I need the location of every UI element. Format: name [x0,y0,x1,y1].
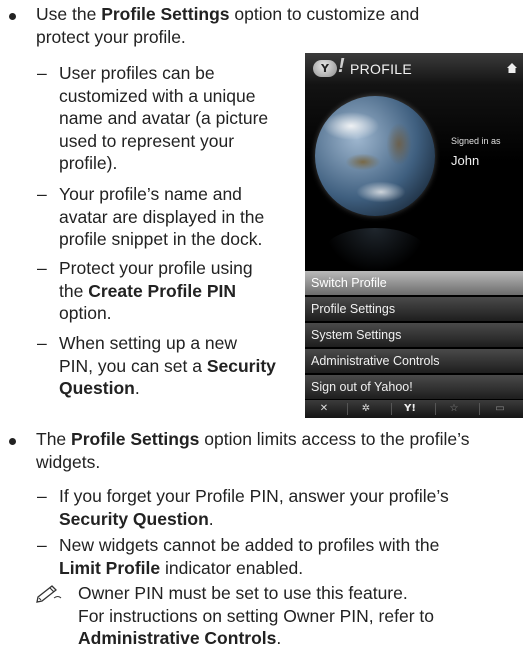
dash-marker: – [37,333,47,353]
yahoo-exclamation: ! [338,55,345,77]
subitem-6: New widgets cannot be added to profiles … [59,535,440,578]
bullet-dot [9,13,16,20]
dock-bar: ✕ ✲ Y! ☆ ▭ [305,400,523,418]
bullet-text: Use the Profile Settings option to custo… [36,4,420,24]
dash-marker: – [37,184,47,204]
bullet-text: The Profile Settings option limits acces… [36,429,470,449]
subitem-4: When setting up a new PIN, you can set a… [59,333,276,398]
note-text: Owner PIN must be set to use this featur… [78,583,434,648]
screen-header: Y ! PROFILE [305,53,523,85]
dock-separator [479,403,480,415]
menu-system-settings[interactable]: System Settings [305,323,523,347]
dash-marker: – [37,258,47,278]
dash-marker: – [37,486,47,506]
home-icon[interactable] [507,63,517,73]
subitem-1: User profiles can be customized with a u… [59,63,269,173]
avatar-globe [315,96,435,216]
menu-administrative-controls[interactable]: Administrative Controls [305,349,523,373]
dock-separator [347,403,348,415]
user-name: John [451,153,480,168]
menu-sign-out[interactable]: Sign out of Yahoo! [305,375,523,399]
close-icon[interactable]: ✕ [309,400,339,418]
tv-profile-screen: Y ! PROFILE Signed in as John Switch Pro… [305,53,523,418]
subitem-3: Protect your profile using the Create Pr… [59,258,253,323]
bullet-dot [9,438,16,445]
yahoo-logo: Y [313,60,337,77]
screen-title: PROFILE [350,61,413,77]
widgets-icon[interactable]: ▭ [485,400,515,418]
bullet-text-line2: protect your profile. [36,27,186,47]
dock-separator [391,403,392,415]
star-icon[interactable]: ☆ [439,400,469,418]
avatar-reflection [325,228,425,272]
profile-menu: Switch Profile Profile Settings System S… [305,271,523,401]
signed-in-label: Signed in as [451,136,501,146]
dash-marker: – [37,63,47,83]
dash-marker: – [37,535,47,555]
subitem-2: Your profile’s name and avatar are displ… [59,184,265,249]
gear-icon[interactable]: ✲ [351,400,381,418]
yahoo-icon[interactable]: Y! [395,400,425,418]
menu-switch-profile[interactable]: Switch Profile [305,271,523,295]
menu-profile-settings[interactable]: Profile Settings [305,297,523,321]
subitem-5: If you forget your Profile PIN, answer y… [59,486,449,529]
bullet-text-line2: widgets. [36,452,101,472]
dock-separator [435,403,436,415]
note-pencil-icon [36,585,62,603]
